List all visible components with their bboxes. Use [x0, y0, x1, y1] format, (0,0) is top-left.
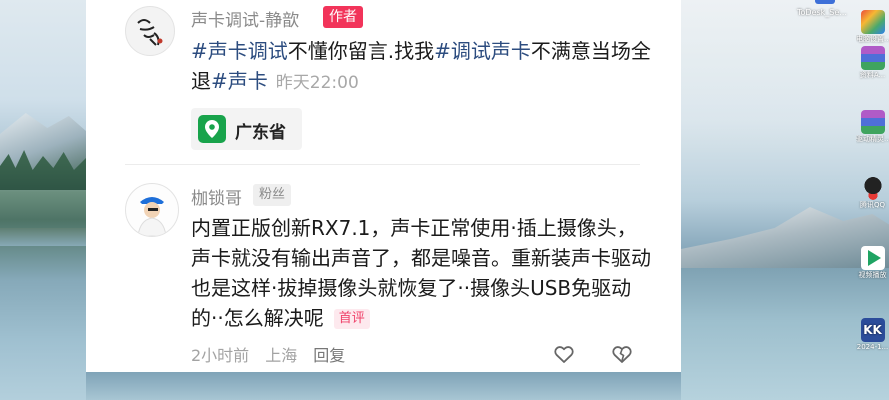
- panel-bottom-gap: [86, 372, 681, 400]
- like-heart-icon[interactable]: [552, 342, 576, 366]
- kk-icon: KK: [860, 318, 885, 342]
- author-tag: 作者: [323, 6, 363, 28]
- comment-text: 内置正版创新RX7.1，声卡正常使用·插上摄像头，声卡就没有输出声音了，都是噪音…: [191, 213, 651, 333]
- divider: [125, 164, 640, 165]
- location-chip[interactable]: 广东省: [191, 108, 302, 150]
- author-name[interactable]: 声卡调试-静歆: [191, 6, 299, 31]
- avatar[interactable]: [125, 6, 175, 56]
- desktop-icon-label: 资料A...: [859, 71, 886, 79]
- dislike-broken-heart-icon[interactable]: [610, 342, 634, 366]
- comment-body: 内置正版创新RX7.1，声卡正常使用·插上摄像头，声卡就没有输出声音了，都是噪音…: [191, 216, 651, 330]
- hashtag-link[interactable]: #声卡: [211, 69, 268, 93]
- winrar-archive-icon: [860, 46, 885, 70]
- todesk-label[interactable]: ToDesk_Se...: [797, 8, 847, 17]
- winrar-archive-icon-2: [860, 110, 885, 134]
- hashtag-link[interactable]: #调试声卡: [434, 39, 531, 63]
- desktop-icon-label: 视频播放: [858, 271, 887, 279]
- qq-icon: [860, 176, 885, 200]
- todesk-icon[interactable]: [815, 0, 835, 4]
- fan-tag: 粉丝: [253, 184, 292, 206]
- avatar[interactable]: [125, 183, 179, 237]
- desktop-icon-6[interactable]: KK 2024-1...: [856, 318, 889, 352]
- desktop-icon-2[interactable]: 资料A...: [856, 46, 889, 80]
- desktop-icon-5[interactable]: 视频播放: [856, 246, 889, 280]
- desktop-icon-label: 腾讯QQ: [859, 201, 886, 209]
- comment-location: 上海: [265, 346, 298, 365]
- comment-time: 昨天22:00: [275, 73, 359, 93]
- first-comment-badge: 首评: [333, 309, 370, 329]
- hashtag-link[interactable]: #声卡调试: [191, 39, 288, 63]
- comment-meta: 2小时前 上海 回复: [191, 342, 361, 366]
- comment-panel: 声卡调试-静歆 作者 #声卡调试不懂你留言.找我#调试声卡不满意当场全退#声卡昨…: [86, 0, 681, 372]
- location-pin-icon: [198, 115, 226, 143]
- comment-text: #声卡调试不懂你留言.找我#调试声卡不满意当场全退#声卡 昨天22:00: [191, 36, 651, 98]
- desktop-wallpaper-left: [0, 0, 86, 400]
- desktop-icon-3[interactable]: 驱动精灵...: [856, 110, 889, 144]
- colorful-app-icon: [860, 10, 885, 34]
- comment-text-segment: 不懂你留言.找我: [287, 39, 435, 63]
- reply-button[interactable]: 回复: [313, 346, 345, 365]
- location-label: 广东省: [235, 123, 286, 143]
- comment-time: 2小时前: [191, 346, 250, 365]
- desktop-icon-label: 电脑设置...: [856, 35, 889, 43]
- media-player-icon: [860, 246, 885, 270]
- wallpaper-shore: [0, 228, 86, 246]
- desktop-icon-label: 驱动精灵...: [856, 135, 889, 143]
- desktop-icon-label: 2024-1...: [856, 343, 889, 351]
- desktop-icon-4[interactable]: 腾讯QQ: [856, 176, 889, 210]
- desktop-icon-1[interactable]: 电脑设置...: [856, 10, 889, 44]
- author-name[interactable]: 枷锁哥: [191, 184, 242, 209]
